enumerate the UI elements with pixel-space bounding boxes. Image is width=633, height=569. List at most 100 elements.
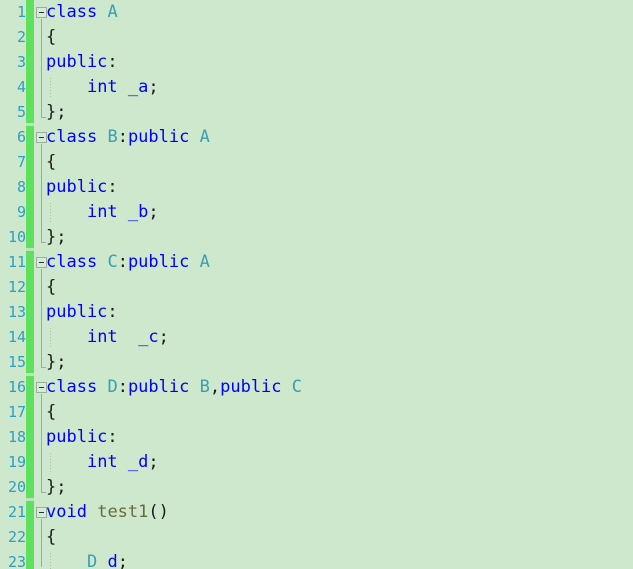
code-token-pun: : — [117, 252, 128, 272]
code-token-pun: } — [46, 227, 57, 247]
code-token-pun — [46, 202, 87, 222]
line-number: 1 — [16, 3, 26, 21]
code-line[interactable]: int _d; — [46, 450, 159, 475]
code-token-pun: { — [46, 527, 57, 547]
code-line[interactable]: public: — [46, 50, 118, 75]
code-token-kw: public — [127, 127, 190, 147]
code-line[interactable]: { — [46, 150, 56, 175]
line-number: 9 — [16, 203, 26, 221]
code-token-pun: } — [46, 477, 57, 497]
code-line[interactable]: }; — [46, 225, 67, 250]
code-token-pun — [189, 127, 199, 147]
code-token-pun — [46, 77, 87, 97]
code-token-pun — [97, 252, 107, 272]
code-token-kw: class — [46, 127, 98, 147]
line-number: 11 — [7, 253, 26, 271]
line-number: 23 — [7, 553, 26, 569]
code-line[interactable]: }; — [46, 475, 67, 500]
code-token-kw: int — [86, 202, 118, 222]
line-number: 12 — [7, 278, 26, 296]
code-token-kw: public — [127, 377, 190, 397]
change-bar-gap — [26, 498, 34, 501]
code-token-type: D — [86, 552, 98, 569]
indent-guide — [50, 203, 51, 222]
code-token-pun — [118, 327, 138, 347]
code-token-pun — [97, 2, 107, 22]
fold-guide-line — [41, 394, 42, 492]
line-number: 20 — [7, 478, 26, 496]
line-number: 8 — [16, 178, 26, 196]
code-line[interactable]: int _b; — [46, 200, 159, 225]
line-number: 17 — [7, 403, 26, 421]
code-token-var: d — [107, 552, 118, 569]
code-line[interactable]: public: — [46, 425, 118, 450]
code-token-type: D — [107, 377, 118, 397]
line-number: 14 — [7, 328, 26, 346]
code-token-pun: ; — [56, 477, 67, 497]
code-line[interactable]: D d; — [46, 550, 128, 569]
code-token-pun: : — [107, 177, 118, 197]
code-token-kw: class — [46, 377, 98, 397]
code-line[interactable]: class C:public A — [46, 250, 210, 275]
line-number: 22 — [7, 528, 26, 546]
code-line[interactable]: }; — [46, 350, 67, 375]
code-line[interactable]: { — [46, 400, 56, 425]
code-token-kw: int — [86, 77, 118, 97]
code-token-pun: ; — [56, 102, 67, 122]
code-token-kw: class — [46, 2, 98, 22]
code-token-type: B — [107, 127, 118, 147]
code-token-var: _c — [138, 327, 159, 347]
fold-guide-line — [41, 519, 42, 567]
code-line[interactable]: public: — [46, 175, 118, 200]
code-token-type: A — [107, 2, 118, 22]
code-line[interactable]: class D:public B,public C — [46, 375, 302, 400]
code-line[interactable]: }; — [46, 100, 67, 125]
code-text-area[interactable]: class A{public: int _a;}; class B:public … — [46, 0, 633, 569]
code-line[interactable]: int _c; — [46, 325, 169, 350]
code-token-pun — [118, 452, 128, 472]
code-token-type: A — [199, 127, 210, 147]
code-line[interactable]: class B:public A — [46, 125, 210, 150]
indent-guide — [50, 453, 51, 472]
code-token-pun — [46, 327, 87, 347]
code-token-var: _a — [127, 77, 149, 97]
line-number: 5 — [16, 103, 26, 121]
change-bar-gap — [26, 123, 34, 126]
code-line[interactable]: { — [46, 275, 56, 300]
code-line[interactable]: int _a; — [46, 75, 159, 100]
code-token-type: C — [291, 377, 303, 397]
code-token-pun: { — [46, 402, 57, 422]
code-line[interactable]: void test1() — [46, 500, 169, 525]
code-token-pun — [97, 127, 107, 147]
code-token-pun — [87, 502, 97, 522]
code-token-kw: public — [46, 52, 108, 72]
code-token-pun: ; — [117, 552, 128, 569]
code-token-pun — [282, 377, 292, 397]
code-line[interactable]: { — [46, 525, 56, 550]
code-line[interactable]: class A — [46, 0, 118, 25]
indent-guide — [50, 78, 51, 97]
code-token-type: A — [199, 252, 210, 272]
code-editor[interactable]: 1 2 3 4 5 6 7 8 9 10 11 12 13 14 15 16 17 18 19 20 21 22 23 cl… — [0, 0, 633, 569]
code-token-pun: : — [117, 127, 128, 147]
code-token-pun: { — [46, 27, 57, 47]
indent-guide — [50, 328, 51, 347]
code-token-pun: () — [148, 502, 169, 522]
fold-guide-line — [41, 144, 42, 242]
code-token-pun: ; — [148, 202, 159, 222]
code-token-pun: , — [209, 377, 221, 397]
code-line[interactable]: public: — [46, 300, 118, 325]
change-indicator-bar — [26, 0, 34, 569]
line-number: 18 — [7, 428, 26, 446]
line-number: 13 — [7, 303, 26, 321]
code-token-pun: ; — [56, 227, 67, 247]
code-token-type: C — [107, 252, 118, 272]
code-line[interactable]: { — [46, 25, 56, 50]
change-bar-gap — [26, 373, 34, 376]
line-number: 6 — [16, 128, 26, 146]
code-token-pun: ; — [158, 327, 169, 347]
code-token-kw: public — [46, 302, 108, 322]
code-token-pun: } — [46, 102, 57, 122]
code-token-var: _d — [127, 452, 149, 472]
code-token-kw: int — [86, 327, 118, 347]
